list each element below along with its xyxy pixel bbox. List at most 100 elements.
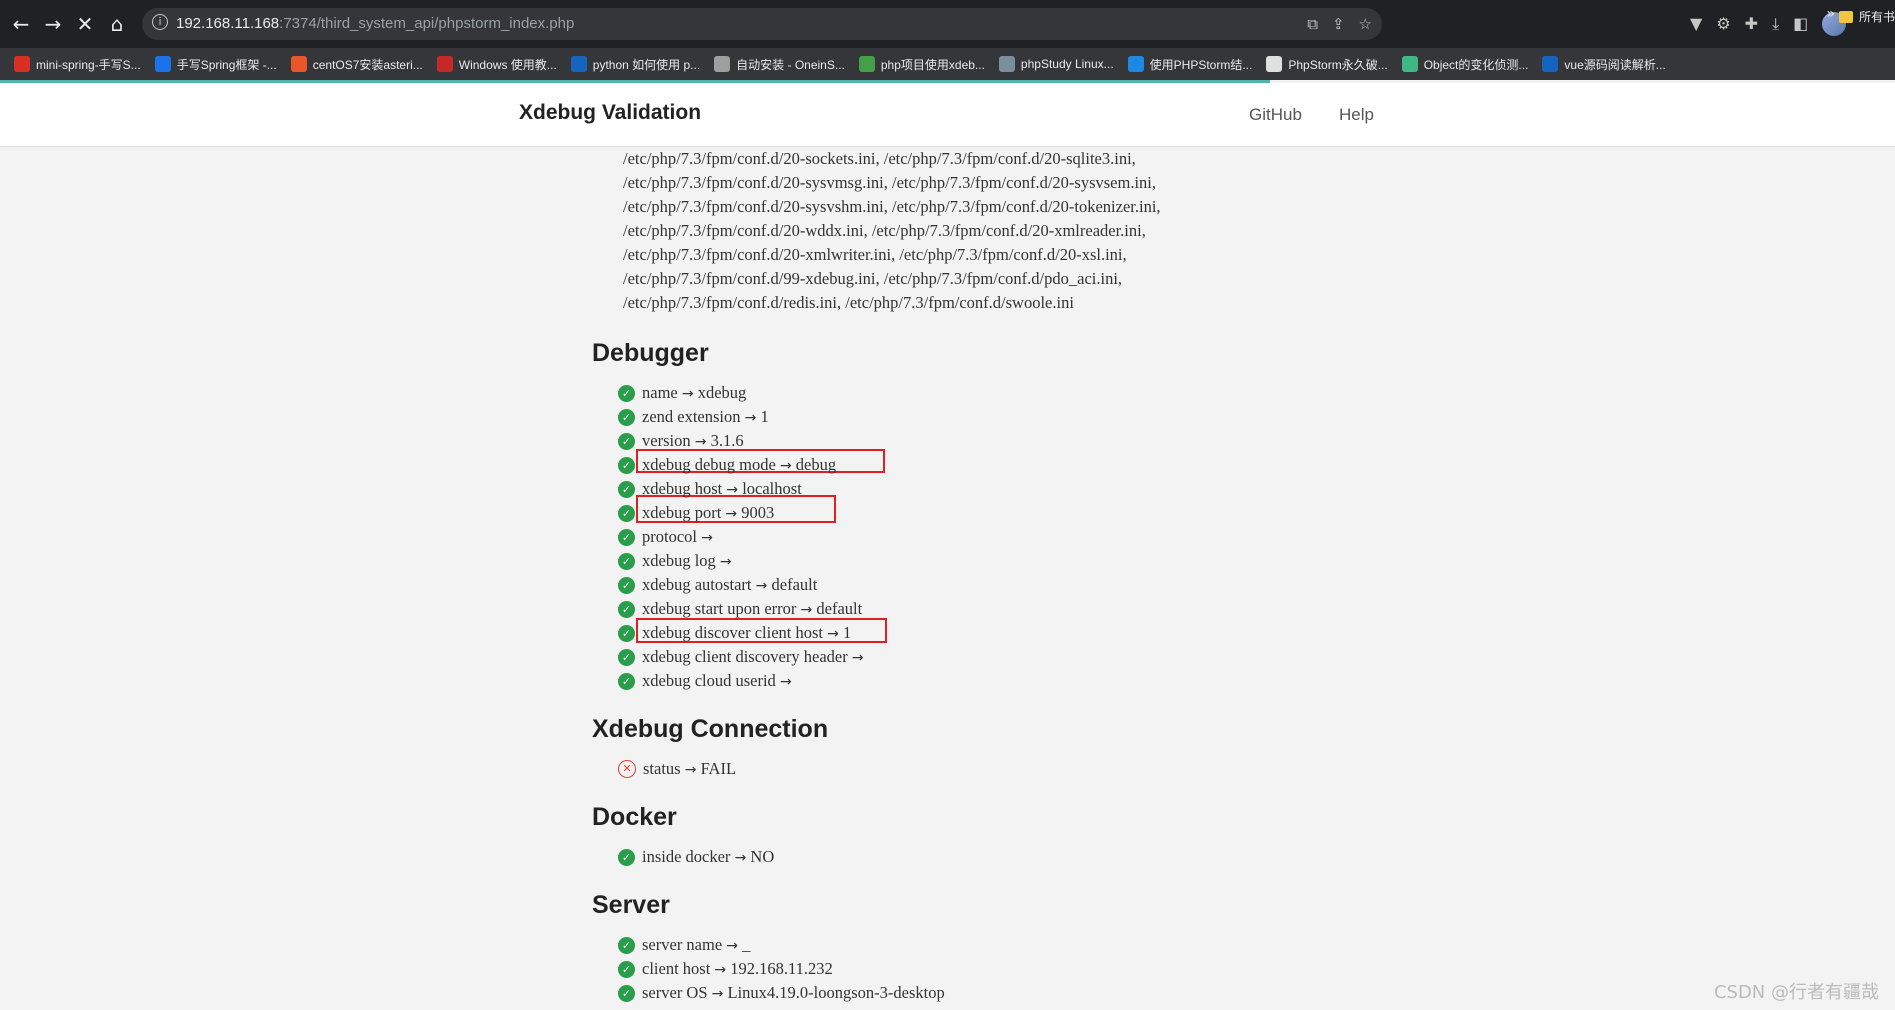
- check-item-value: _: [742, 935, 751, 954]
- side-panel-icon[interactable]: ◧: [1793, 12, 1808, 36]
- check-item-value: 9003: [741, 503, 775, 522]
- ini-file-line: /etc/php/7.3/fpm/conf.d/20-sysvmsg.ini, …: [623, 173, 1156, 192]
- check-item-key: xdebug autostart: [642, 575, 752, 594]
- bookmark-item[interactable]: Object的变化侦测...: [1401, 56, 1528, 73]
- check-item: ✓ xdebug log →: [618, 549, 732, 573]
- section-title-docker: Docker: [592, 803, 677, 831]
- arrow-icon: →: [701, 530, 713, 546]
- url-path: :7374/third_system_api/phpstorm_index.ph…: [279, 15, 575, 32]
- check-item-value: xdebug: [697, 383, 747, 402]
- extensions-puzzle-icon[interactable]: ✚: [1745, 12, 1758, 36]
- check-item-key: xdebug host: [642, 479, 723, 498]
- bookmark-item[interactable]: python 如何使用 p...: [570, 56, 700, 73]
- check-item-value: localhost: [742, 479, 802, 498]
- bookmark-item[interactable]: centOS7安装asteri...: [290, 56, 423, 73]
- bookmark-item[interactable]: Windows 使用教...: [436, 56, 557, 73]
- section-title-server: Server: [592, 891, 670, 919]
- bookmark-label: 自动安装 - OneinS...: [736, 57, 845, 72]
- csdn-watermark: CSDN @行者有疆哉: [1713, 982, 1879, 1003]
- check-item-key: status: [643, 759, 681, 778]
- bookmark-item[interactable]: 自动安装 - OneinS...: [714, 56, 845, 73]
- bookmark-item[interactable]: 使用PHPStorm结...: [1127, 56, 1253, 73]
- check-circle-icon: ✓: [618, 504, 635, 522]
- bookmark-star-icon[interactable]: ☆: [1359, 14, 1372, 34]
- stop-loading-icon[interactable]: ✕: [72, 10, 98, 38]
- bookmark-item[interactable]: php项目使用xdeb...: [858, 56, 985, 73]
- check-circle-icon: ✓: [618, 528, 635, 546]
- arrow-icon: →: [719, 554, 732, 570]
- forward-arrow-icon[interactable]: →: [40, 10, 66, 38]
- share-icon[interactable]: ⇪: [1332, 14, 1345, 34]
- arrow-icon: →: [726, 938, 739, 954]
- check-item-key: name: [642, 383, 678, 402]
- bookmark-label: php项目使用xdeb...: [880, 57, 985, 72]
- bookmark-favicon-icon: [1127, 56, 1144, 72]
- url-text[interactable]: 192.168.11.168:7374/third_system_api/php…: [176, 15, 574, 32]
- bookmark-favicon-icon: [1401, 56, 1418, 72]
- section-title-debugger: Debugger: [592, 339, 709, 367]
- check-item: ✕ status → FAIL: [618, 757, 736, 781]
- home-icon[interactable]: ⌂: [104, 10, 130, 38]
- check-item: ✓ server OS → Linux4.19.0-loongson-3-desk…: [618, 981, 945, 1005]
- check-circle-icon: ✓: [618, 432, 635, 450]
- site-info-icon[interactable]: i: [152, 14, 168, 30]
- bookmark-item[interactable]: phpStudy Linux...: [998, 56, 1114, 72]
- ini-file-line: /etc/php/7.3/fpm/conf.d/99-xdebug.ini, /…: [623, 269, 1123, 288]
- arrow-icon: →: [726, 482, 739, 498]
- help-link[interactable]: Help: [1339, 105, 1374, 125]
- site-header: Xdebug Validation GitHub Help: [0, 83, 1895, 147]
- bookmark-item[interactable]: vue源码阅读解析...: [1542, 56, 1666, 73]
- download-icon[interactable]: ⤓: [1772, 12, 1779, 36]
- check-circle-icon: ✓: [618, 576, 635, 594]
- arrow-icon: →: [711, 986, 724, 1002]
- check-circle-icon: ✓: [618, 624, 635, 642]
- check-item: ✓ inside docker → NO: [618, 845, 774, 869]
- bookmarks-more-button[interactable]: »: [1826, 6, 1835, 22]
- check-item-value: debug: [795, 455, 837, 474]
- arrow-icon: →: [800, 602, 813, 618]
- bookmark-favicon-icon: [154, 56, 171, 72]
- github-link[interactable]: GitHub: [1249, 105, 1302, 125]
- arrow-icon: →: [779, 458, 792, 474]
- bookmark-label: phpStudy Linux...: [1020, 57, 1114, 71]
- check-item-value: 192.168.11.232: [730, 959, 833, 978]
- bookmark-favicon-icon: [1266, 56, 1283, 72]
- ini-file-line: /etc/php/7.3/fpm/conf.d/20-wddx.ini, /et…: [623, 221, 1146, 240]
- check-item: ✓ xdebug port → 9003: [618, 501, 774, 525]
- fail-x-icon: ✕: [618, 760, 636, 778]
- bookmark-item[interactable]: mini-spring-手写S...: [14, 56, 141, 73]
- vue-devtools-icon[interactable]: ▼: [1690, 12, 1702, 36]
- bookmarks-folder[interactable]: 所有书: [1838, 8, 1895, 25]
- site-title[interactable]: Xdebug Validation: [519, 101, 701, 125]
- check-item-key: server name: [642, 935, 723, 954]
- bookmark-item[interactable]: 手写Spring框架 -...: [154, 56, 277, 73]
- arrow-icon: →: [725, 506, 738, 522]
- check-item-value: NO: [750, 847, 775, 866]
- check-item-key: xdebug discover client host: [642, 623, 824, 642]
- check-item-value: 1: [760, 407, 769, 426]
- check-item-key: protocol: [642, 527, 697, 546]
- bookmark-label: centOS7安装asteri...: [312, 57, 423, 72]
- check-item-value: FAIL: [700, 759, 737, 778]
- check-item-key: inside docker: [642, 847, 731, 866]
- address-bar[interactable]: i 192.168.11.168:7374/third_system_api/p…: [142, 8, 1382, 40]
- check-item: ✓ xdebug cloud userid →: [618, 669, 792, 693]
- bookmarks-bar: mini-spring-手写S... 手写Spring框架 -... centOS7…: [0, 48, 1895, 80]
- check-item: ✓ xdebug client discovery header →: [618, 645, 864, 669]
- bookmark-label: mini-spring-手写S...: [36, 57, 141, 72]
- bookmark-item[interactable]: PhpStorm永久破...: [1266, 56, 1388, 73]
- bookmark-label: Windows 使用教...: [458, 57, 557, 72]
- section-title-xdebug-connection: Xdebug Connection: [592, 715, 829, 743]
- bookmark-label: PhpStorm永久破...: [1288, 57, 1388, 72]
- check-item-key: xdebug log: [642, 551, 716, 570]
- translate-icon[interactable]: ⧉: [1307, 14, 1318, 34]
- check-circle-icon: ✓: [618, 672, 635, 690]
- gear-extension-icon[interactable]: ⚙: [1716, 12, 1730, 36]
- check-item: ✓ version → 3.1.6: [618, 429, 744, 453]
- back-arrow-icon[interactable]: ←: [8, 10, 34, 38]
- bookmark-label: 使用PHPStorm结...: [1149, 57, 1253, 72]
- check-item-key: xdebug port: [642, 503, 722, 522]
- bookmark-favicon-icon: [998, 56, 1015, 72]
- check-item: ✓ client host → 192.168.11.232: [618, 957, 833, 981]
- arrow-icon: →: [734, 850, 747, 866]
